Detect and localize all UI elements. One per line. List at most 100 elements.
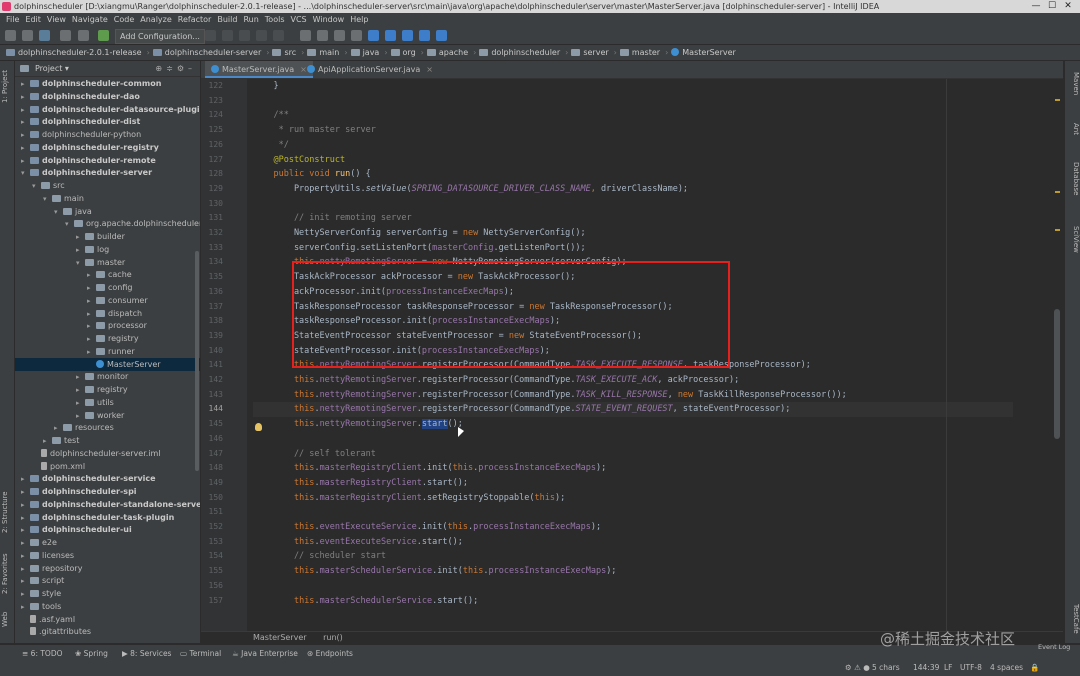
ant-tool-tab[interactable]: Ant — [1068, 119, 1080, 139]
tree-item[interactable]: dolphinscheduler-server.iml — [15, 447, 200, 460]
maximize-button[interactable]: ☐ — [1044, 0, 1060, 13]
spring-tool-button[interactable]: ❀ Spring — [75, 649, 108, 658]
database-tool-tab[interactable]: Database — [1068, 157, 1080, 201]
tree-item[interactable]: ▾ dolphinscheduler-server — [15, 166, 200, 179]
tree-item[interactable]: ▸ dolphinscheduler-python — [15, 128, 200, 141]
code-line[interactable]: PropertyUtils.setValue(SPRING_DATASOURCE… — [253, 182, 688, 197]
terminal-tool-button[interactable]: ▭ Terminal — [180, 649, 221, 658]
tree-item[interactable]: ▸ dolphinscheduler-remote — [15, 154, 200, 167]
code-line[interactable]: this.eventExecuteService.init(this.proce… — [253, 520, 601, 535]
breadcrumb-item[interactable]: apache — [426, 45, 468, 60]
tree-item[interactable]: ▾ main — [15, 192, 200, 205]
profile-icon[interactable] — [256, 30, 267, 41]
code-line[interactable]: // self tolerant — [253, 447, 376, 462]
tree-item[interactable]: ▸ resources — [15, 421, 200, 434]
gear-icon[interactable]: ⚙ — [177, 64, 188, 73]
tree-item[interactable]: ▸ registry — [15, 332, 200, 345]
build-hammer-icon[interactable] — [98, 30, 109, 41]
endpoints-tool-button[interactable]: ⊛ Endpoints — [307, 649, 353, 658]
vcs-icon[interactable] — [385, 30, 396, 41]
tree-item[interactable]: ▾ master — [15, 256, 200, 269]
project-tool-tab[interactable]: 1: Project — [1, 67, 13, 107]
services-tool-button[interactable]: ▶ 8: Services — [122, 649, 171, 658]
tree-item[interactable]: ▸ dolphinscheduler-spi — [15, 485, 200, 498]
tree-item[interactable]: ▸ dolphinscheduler-datasource-plugin — [15, 103, 200, 116]
tree-item[interactable]: ▸ utils — [15, 396, 200, 409]
web-tool-tab[interactable]: Web — [1, 609, 13, 629]
breadcrumb-class[interactable]: MasterServer — [253, 633, 307, 642]
tab-apiapplicationserver[interactable]: ApiApplicationServer.java × — [301, 61, 439, 78]
lock-icon[interactable]: 🔒 — [1030, 663, 1039, 672]
web-icon[interactable] — [436, 30, 447, 41]
coverage-icon[interactable] — [239, 30, 250, 41]
menu-vcs[interactable]: VCS — [291, 13, 307, 27]
code-line[interactable]: * run master server — [253, 123, 376, 138]
code-line[interactable]: // scheduler start — [253, 549, 386, 564]
code-line[interactable]: this.masterSchedulerService.init(this.pr… — [253, 564, 616, 579]
tree-item[interactable]: ▸ consumer — [15, 294, 200, 307]
close-tab-icon[interactable]: × — [426, 65, 433, 74]
search-everywhere-icon[interactable] — [351, 30, 362, 41]
tree-item[interactable]: ▸ repository — [15, 562, 200, 575]
tree-item[interactable]: ▸ worker — [15, 409, 200, 422]
tree-item[interactable]: ▸ tools — [15, 600, 200, 613]
breadcrumb-method[interactable]: run() — [323, 633, 343, 642]
tree-item[interactable]: ▸ licenses — [15, 549, 200, 562]
project-panel-title[interactable]: Project ▾ — [35, 61, 69, 76]
tree-item[interactable]: ▸ dolphinscheduler-standalone-server — [15, 498, 200, 511]
menu-build[interactable]: Build — [217, 13, 237, 27]
project-structure-icon[interactable] — [300, 30, 311, 41]
breadcrumb-item[interactable]: org — [390, 45, 416, 60]
tree-item[interactable]: ▸ style — [15, 587, 200, 600]
menu-refactor[interactable]: Refactor — [178, 13, 212, 27]
tree-item[interactable]: ▸ script — [15, 574, 200, 587]
tree-item[interactable]: .asf.yaml — [15, 613, 200, 626]
collapse-all-icon[interactable]: ≑ — [166, 64, 177, 73]
code-line[interactable]: public void run() { — [253, 167, 370, 182]
tree-item[interactable]: ▸ runner — [15, 345, 200, 358]
locate-icon[interactable]: ⊕ — [155, 64, 166, 73]
code-line[interactable]: */ — [253, 138, 289, 153]
todo-tool-button[interactable]: ≡ 6: TODO — [22, 649, 63, 658]
code-line[interactable]: NettyServerConfig serverConfig = new Net… — [253, 226, 586, 241]
menu-window[interactable]: Window — [313, 13, 345, 27]
breadcrumb-item[interactable]: dolphinscheduler — [479, 45, 560, 60]
tree-item[interactable]: ▸ cache — [15, 268, 200, 281]
sync-icon[interactable] — [39, 30, 50, 41]
breadcrumb-item[interactable]: master — [619, 45, 660, 60]
menu-run[interactable]: Run — [243, 13, 258, 27]
git-icon[interactable] — [402, 30, 413, 41]
tree-item[interactable]: ▸ builder — [15, 230, 200, 243]
close-window-button[interactable]: ✕ — [1060, 0, 1076, 13]
code-line[interactable]: this.nettyRemotingServer.registerProcess… — [253, 402, 1013, 418]
tree-item[interactable]: ▸ dolphinscheduler-ui — [15, 523, 200, 536]
testcafe-tool-tab[interactable]: TestCafe — [1068, 601, 1080, 637]
event-log-button[interactable]: Event Log — [1038, 643, 1070, 651]
java-enterprise-tool-button[interactable]: ☕ Java Enterprise — [232, 649, 298, 658]
open-folder-icon[interactable] — [5, 30, 16, 41]
line-separator[interactable]: LF — [944, 663, 953, 672]
code-line[interactable]: this.masterSchedulerService.start(); — [253, 594, 478, 609]
sdk-icon[interactable] — [317, 30, 328, 41]
minimize-button[interactable]: — — [1028, 0, 1044, 13]
code-line[interactable]: this.masterRegistryClient.init(this.proc… — [253, 461, 606, 476]
tree-item[interactable]: ▸ dolphinscheduler-service — [15, 472, 200, 485]
breadcrumb-item[interactable]: dolphinscheduler-2.0.1-release — [6, 45, 142, 60]
structure-tool-tab[interactable]: 2: Structure — [1, 489, 13, 535]
settings-icon[interactable] — [334, 30, 345, 41]
editor-scrollbar[interactable] — [1052, 79, 1062, 631]
code-line[interactable]: this.masterRegistryClient.start(); — [253, 476, 468, 491]
lightbulb-icon[interactable] — [255, 423, 262, 431]
menu-navigate[interactable]: Navigate — [72, 13, 108, 27]
save-all-icon[interactable] — [22, 30, 33, 41]
menu-tools[interactable]: Tools — [265, 13, 285, 27]
debug-icon[interactable] — [222, 30, 233, 41]
code-line[interactable]: this.nettyRemotingServer.start(); — [253, 417, 463, 432]
warning-marker[interactable] — [1055, 191, 1060, 193]
code-line[interactable]: this.nettyRemotingServer.registerProcess… — [253, 388, 847, 403]
code-line[interactable]: @PostConstruct — [253, 153, 345, 168]
plugin-icon[interactable] — [368, 30, 379, 41]
tree-item[interactable]: ▸ processor — [15, 319, 200, 332]
tree-item[interactable]: ▾ java — [15, 205, 200, 218]
tree-item[interactable]: MasterServer — [15, 357, 200, 371]
